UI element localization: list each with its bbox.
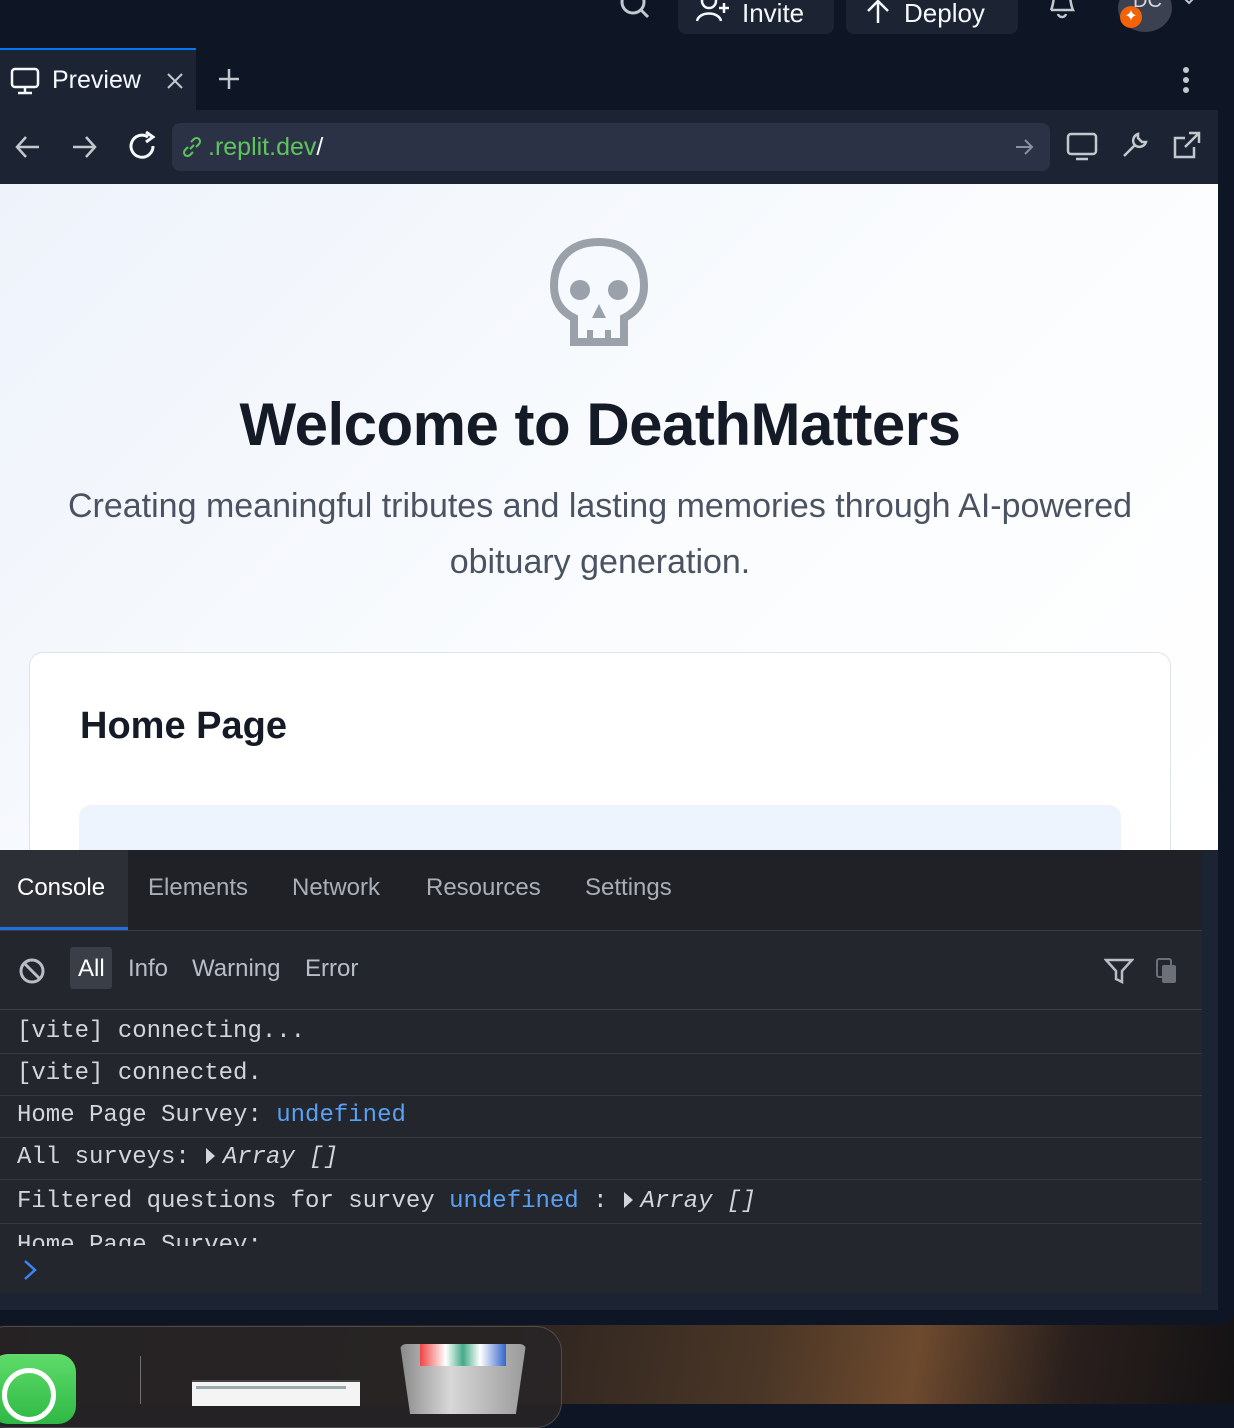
prompt-chevron-icon — [22, 1258, 38, 1287]
expand-triangle-icon[interactable] — [623, 1192, 633, 1208]
skull-icon — [549, 237, 649, 357]
console-prompt[interactable] — [0, 1246, 1202, 1294]
avatar[interactable]: DC ✦ — [1118, 0, 1172, 32]
log-line-content: All surveys: Array [] — [17, 1144, 338, 1171]
app-window: Invite Deploy DC ✦ Preview .replit.dev/ … — [0, 0, 1234, 1325]
clear-console-icon[interactable] — [18, 957, 46, 990]
log-value: undefined — [276, 1102, 406, 1129]
bell-icon[interactable] — [1046, 0, 1078, 25]
card-title: Home Page — [80, 705, 287, 747]
add-user-icon — [695, 0, 730, 32]
log-text: Home Page Survey: — [17, 1102, 262, 1129]
level-all[interactable]: All — [78, 955, 105, 983]
search-icon[interactable] — [618, 0, 652, 29]
deploy-label: Deploy — [904, 0, 985, 28]
log-entry-clipped: Home Page Survey: — [0, 1225, 1202, 1246]
tab-elements[interactable]: Elements — [148, 874, 248, 902]
wrench-icon[interactable] — [1120, 130, 1150, 165]
invite-button[interactable]: Invite — [678, 0, 834, 34]
log-entry: [vite] connected. — [0, 1053, 1202, 1096]
log-suffix: : — [593, 1188, 608, 1215]
go-arrow-icon[interactable] — [1014, 138, 1034, 161]
expand-triangle-icon[interactable] — [205, 1148, 215, 1164]
url-domain: .replit.dev — [208, 133, 317, 161]
web-page: Welcome to DeathMatters Creating meaning… — [0, 184, 1218, 850]
close-icon[interactable] — [166, 72, 184, 95]
link-icon — [180, 135, 204, 164]
tab-console[interactable]: Console — [17, 874, 105, 902]
level-warning[interactable]: Warning — [192, 955, 280, 983]
refresh-icon[interactable] — [126, 130, 158, 167]
log-text: Home Page Survey: — [17, 1232, 262, 1246]
url-path: / — [316, 133, 324, 161]
log-entry: All surveys: Array [] — [0, 1137, 1202, 1180]
new-tab-icon[interactable] — [218, 68, 240, 95]
chevron-down-icon[interactable] — [1180, 0, 1198, 13]
tab-settings[interactable]: Settings — [585, 874, 672, 902]
open-external-icon[interactable] — [1172, 130, 1202, 165]
forward-arrow-icon[interactable] — [70, 134, 98, 165]
log-text: Filtered questions for survey — [17, 1188, 435, 1215]
level-error[interactable]: Error — [305, 955, 358, 983]
tab-resources[interactable]: Resources — [426, 874, 541, 902]
more-options-icon[interactable] — [1180, 66, 1192, 99]
log-text: [vite] connecting... — [17, 1018, 306, 1045]
url-input[interactable]: .replit.dev/ — [172, 123, 1050, 171]
level-info[interactable]: Info — [128, 955, 168, 983]
ai-badge-icon: ✦ — [1120, 6, 1142, 28]
page-subtitle: Creating meaningful tributes and lasting… — [67, 487, 1133, 581]
invite-label: Invite — [742, 0, 805, 28]
log-entry: Filtered questions for survey undefined … — [0, 1181, 1202, 1224]
filter-icon[interactable] — [1103, 957, 1135, 990]
log-entry: [vite] connecting... — [0, 1011, 1202, 1054]
log-line-content: Filtered questions for survey undefined … — [17, 1188, 756, 1215]
page-title: Welcome to DeathMatters — [239, 391, 961, 458]
monitor-icon — [10, 67, 40, 100]
tab-network[interactable]: Network — [292, 874, 380, 902]
log-text: [vite] connected. — [17, 1060, 262, 1087]
log-entry: Home Page Survey: undefined — [0, 1095, 1202, 1138]
deploy-button[interactable]: Deploy — [846, 0, 1018, 34]
top-bar: Invite Deploy DC ✦ — [0, 0, 1234, 48]
log-text: All surveys: — [17, 1144, 190, 1171]
back-arrow-icon[interactable] — [14, 134, 42, 165]
device-preview-icon[interactable] — [1066, 132, 1098, 167]
home-page-card: Home Page — [29, 652, 1171, 850]
url-text: .replit.dev/ — [208, 133, 323, 162]
tab-preview-label: Preview — [52, 66, 141, 94]
tab-bar: Preview — [0, 48, 1218, 111]
dock-minimized-window[interactable] — [192, 1380, 360, 1406]
devtools-tabs: Console Elements Network Resources Setti… — [0, 850, 1202, 931]
log-array[interactable]: Array [] — [223, 1144, 338, 1171]
dock-separator — [140, 1356, 141, 1404]
dock-app-messages[interactable] — [0, 1354, 76, 1424]
copy-icon[interactable] — [1154, 957, 1180, 990]
card-inner-panel — [79, 805, 1121, 850]
devtools-panel: Console Elements Network Resources Setti… — [0, 850, 1202, 1294]
url-bar-row: .replit.dev/ — [0, 110, 1218, 184]
log-line-content: Home Page Survey: undefined — [17, 1102, 406, 1129]
console-filter-bar: All Info Warning Error — [0, 931, 1202, 1010]
tab-preview[interactable]: Preview — [0, 48, 196, 110]
log-value: undefined — [449, 1188, 579, 1215]
deploy-icon — [864, 0, 892, 32]
log-array[interactable]: Array [] — [641, 1188, 756, 1215]
